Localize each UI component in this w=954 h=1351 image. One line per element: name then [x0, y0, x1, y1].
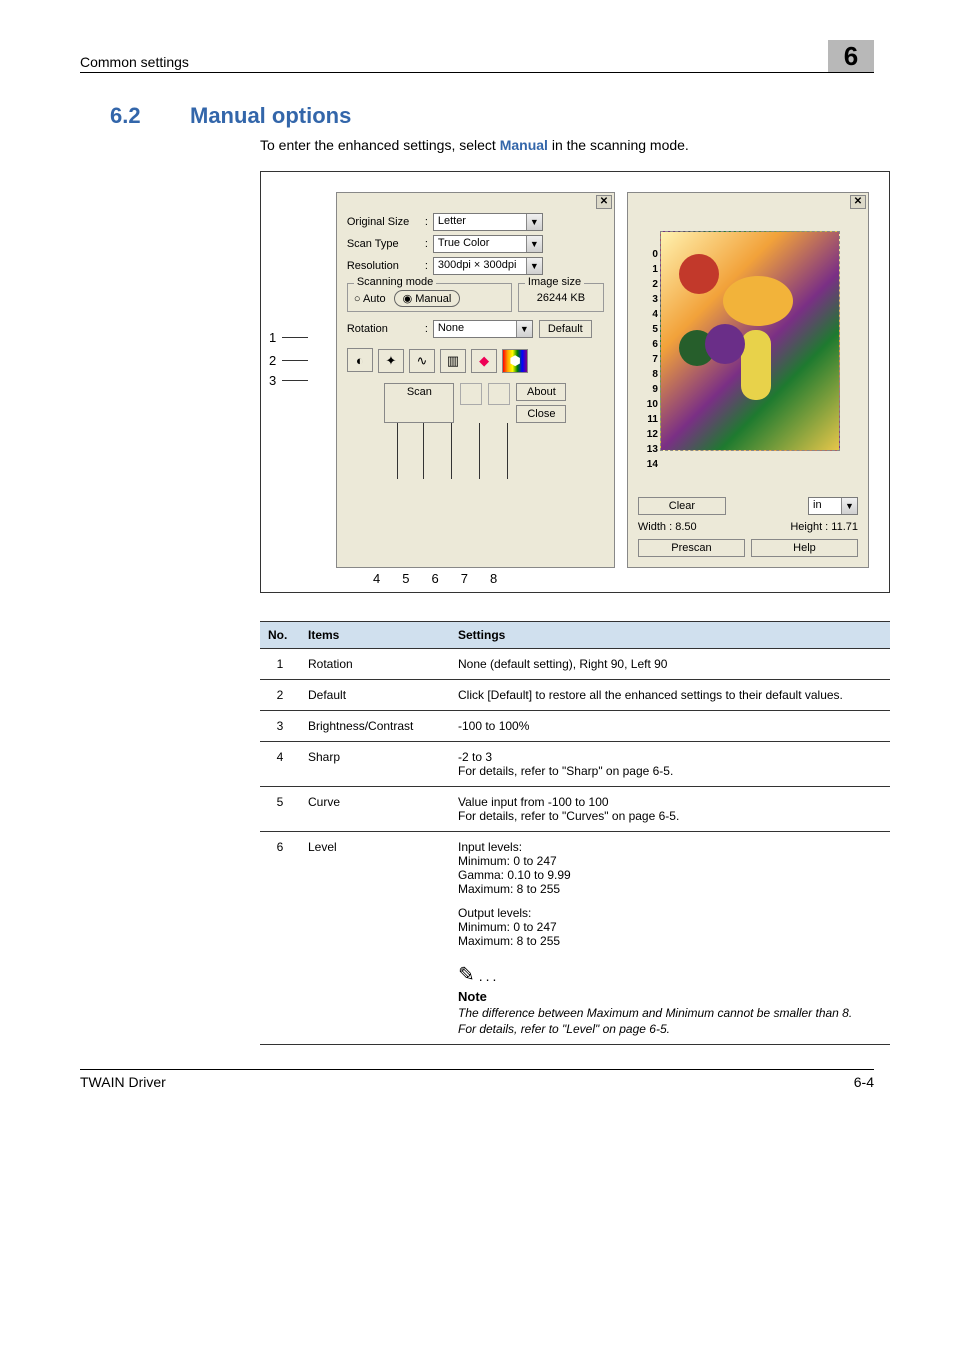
- chevron-down-icon[interactable]: ▼: [526, 236, 542, 252]
- chevron-down-icon[interactable]: ▼: [841, 498, 857, 514]
- scanning-mode-label: Scanning mode: [354, 276, 436, 288]
- clear-button[interactable]: Clear: [638, 497, 726, 515]
- note-icon: ✎...: [458, 962, 882, 987]
- scanning-mode-group: Scanning mode ○ Auto ◉ Manual: [347, 283, 512, 312]
- intro-text: To enter the enhanced settings, select M…: [260, 137, 874, 153]
- prescan-button[interactable]: Prescan: [638, 539, 745, 557]
- manual-radio[interactable]: ◉ Manual: [394, 290, 461, 307]
- screenshot-frame: 1 2 3 ✕ Original Size :: [260, 171, 890, 593]
- unit-select[interactable]: in ▼: [808, 497, 858, 515]
- color-balance-icon[interactable]: ◆: [471, 349, 497, 373]
- footer-left: TWAIN Driver: [80, 1074, 166, 1090]
- original-size-label: Original Size: [347, 216, 425, 228]
- resolution-select[interactable]: 300dpi × 300dpi ▼: [433, 257, 543, 275]
- note-body-2: For details, refer to "Level" on page 6-…: [458, 1022, 882, 1036]
- th-settings: Settings: [450, 622, 890, 649]
- callout-5: 5: [402, 571, 409, 586]
- table-row: 2 Default Click [Default] to restore all…: [260, 680, 890, 711]
- intro-post: in the scanning mode.: [548, 137, 689, 153]
- close-icon[interactable]: ✕: [596, 195, 612, 209]
- curve-icon[interactable]: ∿: [409, 349, 435, 373]
- callout-4: 4: [373, 571, 380, 586]
- footer-right: 6-4: [854, 1074, 874, 1090]
- th-items: Items: [300, 622, 450, 649]
- chevron-down-icon[interactable]: ▼: [526, 214, 542, 230]
- preview-image[interactable]: [660, 231, 840, 451]
- ruler-left: 01234567891011121314: [642, 247, 658, 477]
- tool-button-b[interactable]: [488, 383, 510, 405]
- image-size-value: 26244 KB: [525, 290, 597, 304]
- callout-7: 7: [461, 571, 468, 586]
- intro-highlight: Manual: [500, 137, 548, 153]
- about-button[interactable]: About: [516, 383, 566, 401]
- image-size-label: Image size: [525, 276, 584, 288]
- table-row: 5 Curve Value input from -100 to 100 For…: [260, 787, 890, 832]
- callout-3: 3: [269, 373, 276, 388]
- note-label: Note: [458, 989, 882, 1004]
- callout-6: 6: [431, 571, 438, 586]
- rotation-select[interactable]: None ▼: [433, 320, 533, 338]
- callout-1: 1: [269, 330, 276, 345]
- header-left: Common settings: [80, 54, 189, 70]
- callout-8: 8: [490, 571, 497, 586]
- auto-radio[interactable]: ○ Auto: [354, 293, 386, 305]
- brightness-contrast-icon[interactable]: ◐: [347, 348, 373, 372]
- rotation-row: Rotation : None ▼ Default: [347, 320, 604, 338]
- th-no: No.: [260, 622, 300, 649]
- section-number: 6.2: [110, 103, 190, 129]
- close-icon[interactable]: ✕: [850, 195, 866, 209]
- table-row: 6 Level Input levels: Minimum: 0 to 247 …: [260, 832, 890, 1045]
- level-icon[interactable]: ▥: [440, 349, 466, 373]
- image-size-group: Image size 26244 KB: [518, 283, 604, 312]
- settings-dialog: ✕ Original Size : Letter ▼ Scan Type : T…: [336, 192, 615, 568]
- tool-button-a[interactable]: [460, 383, 482, 405]
- preview-dialog: ✕ 0 1 2 3 4 5 6 7 8 01234567891011121314: [627, 192, 869, 568]
- rotation-label: Rotation: [347, 323, 425, 335]
- bottom-callouts: 4 5 6 7 8: [373, 571, 497, 586]
- width-label: Width : 8.50: [638, 521, 745, 533]
- sharp-icon[interactable]: ✦: [378, 349, 404, 373]
- close-button[interactable]: Close: [516, 405, 566, 423]
- callout-2: 2: [269, 353, 276, 368]
- chapter-badge: 6: [828, 40, 874, 72]
- tool-icons: ◐ ✦ ∿ ▥ ◆ ⬢: [347, 348, 604, 373]
- height-label: Height : 11.71: [751, 521, 858, 533]
- chevron-down-icon[interactable]: ▼: [516, 321, 532, 337]
- scan-type-select[interactable]: True Color ▼: [433, 235, 543, 253]
- chevron-down-icon[interactable]: ▼: [526, 258, 542, 274]
- table-row: 3 Brightness/Contrast -100 to 100%: [260, 711, 890, 742]
- left-callouts: 1 2 3: [269, 324, 308, 390]
- hue-icon[interactable]: ⬢: [502, 349, 528, 373]
- table-row: 4 Sharp -2 to 3 For details, refer to "S…: [260, 742, 890, 787]
- help-button[interactable]: Help: [751, 539, 858, 557]
- resolution-label: Resolution: [347, 260, 425, 272]
- scan-type-label: Scan Type: [347, 238, 425, 250]
- section-title: Manual options: [190, 103, 351, 129]
- note-body-1: The difference between Maximum and Minim…: [458, 1006, 882, 1020]
- intro-pre: To enter the enhanced settings, select: [260, 137, 500, 153]
- original-size-select[interactable]: Letter ▼: [433, 213, 543, 231]
- table-row: 1 Rotation None (default setting), Right…: [260, 649, 890, 680]
- scan-button[interactable]: Scan: [384, 383, 454, 423]
- default-button[interactable]: Default: [539, 320, 592, 338]
- settings-table: No. Items Settings 1 Rotation None (defa…: [260, 621, 890, 1045]
